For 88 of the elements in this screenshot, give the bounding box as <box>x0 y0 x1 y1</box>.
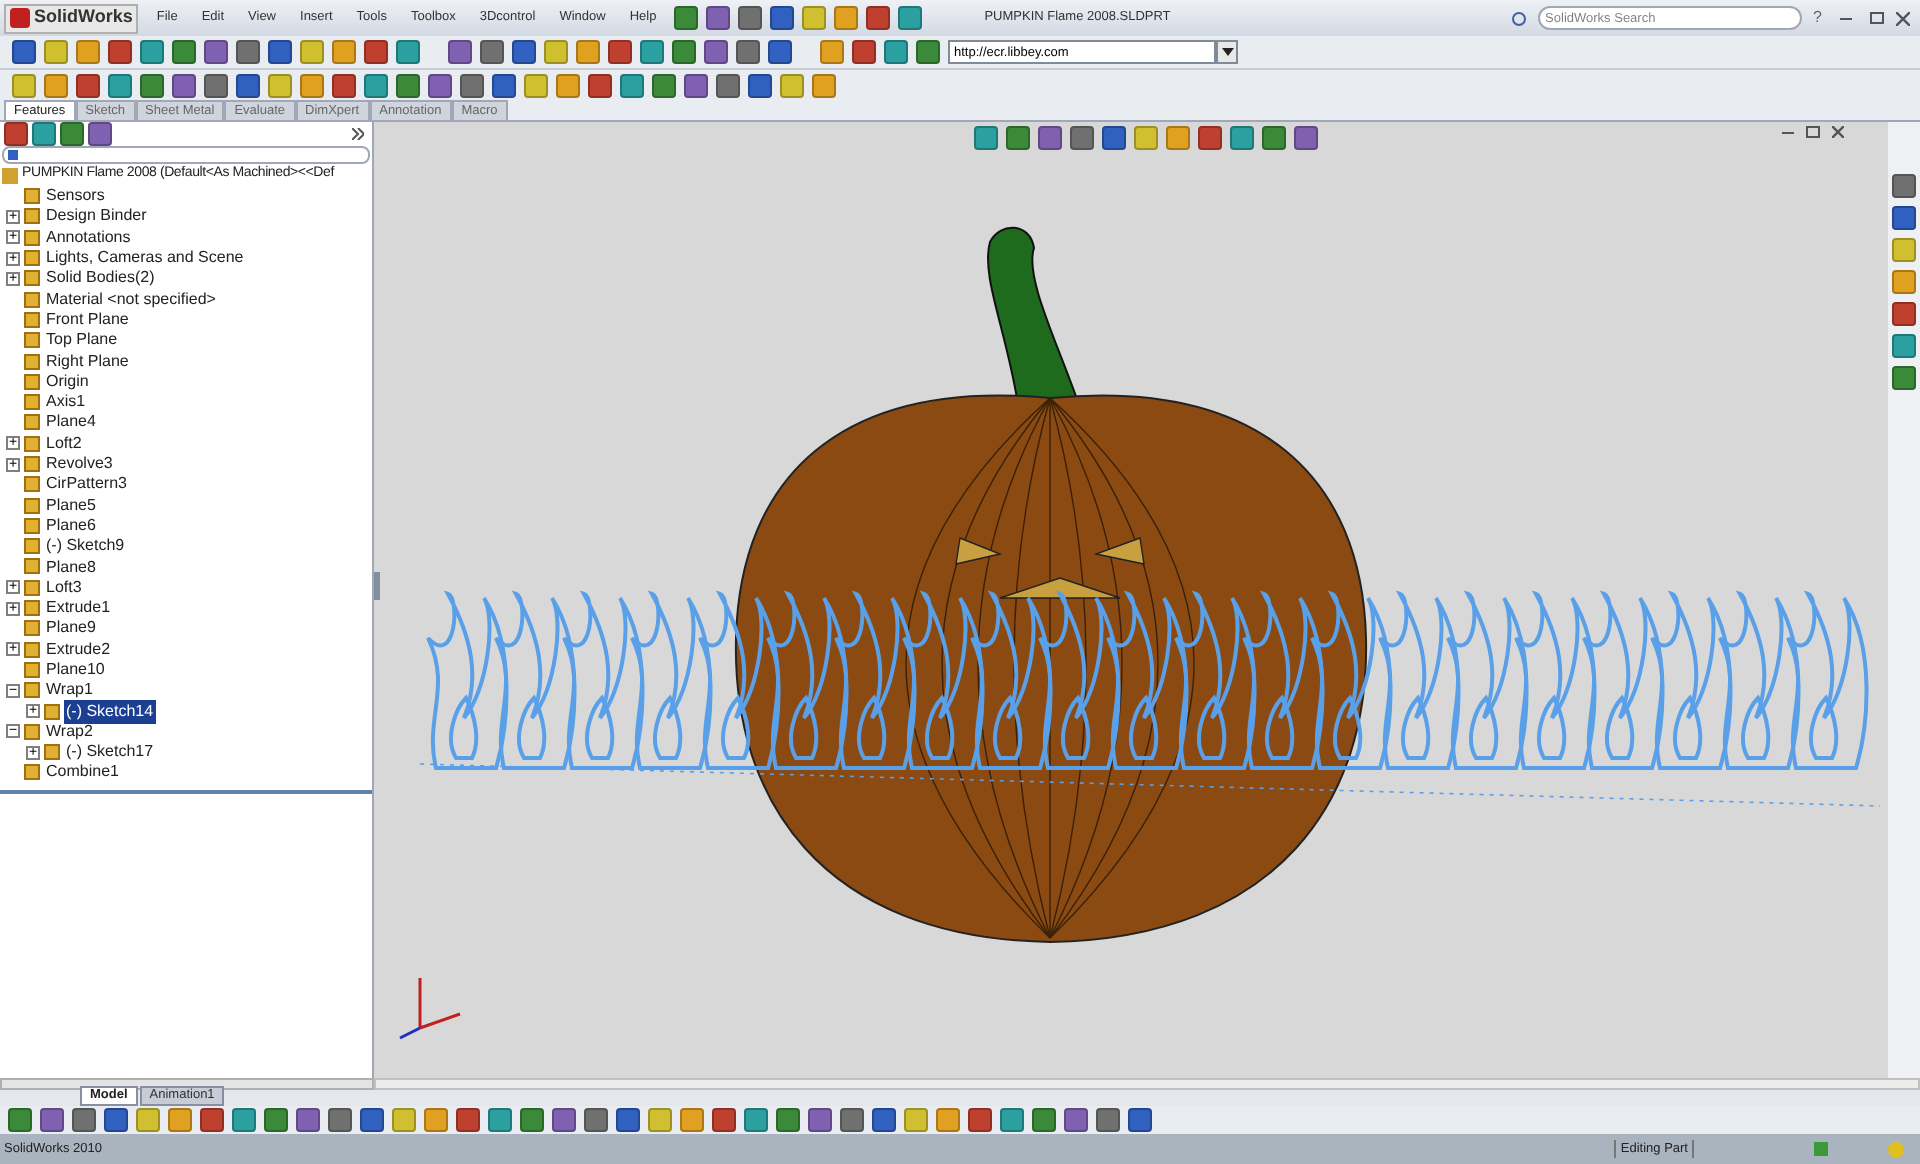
tool-icon[interactable] <box>460 73 484 97</box>
tool-icon[interactable] <box>898 6 923 30</box>
tree-item[interactable]: Annotations <box>44 225 133 250</box>
tool-icon[interactable] <box>620 73 644 97</box>
tool-icon[interactable] <box>616 1108 640 1132</box>
dropdown-button[interactable] <box>1216 40 1238 64</box>
tree-item[interactable]: Combine1 <box>44 760 121 785</box>
restore-icon[interactable] <box>1870 12 1884 24</box>
tree-item[interactable]: Lights, Cameras and Scene <box>44 246 246 271</box>
close-icon[interactable] <box>1896 11 1910 25</box>
tool-icon[interactable] <box>770 6 795 30</box>
tool-icon[interactable] <box>332 73 356 97</box>
tool-icon[interactable] <box>674 6 699 30</box>
tool-icon[interactable] <box>556 73 580 97</box>
axis-triad-icon <box>399 976 462 1040</box>
tree-item[interactable]: Plane4 <box>44 410 98 435</box>
tool-icon[interactable] <box>104 1108 128 1132</box>
tree-item[interactable]: Wrap2 <box>44 719 95 744</box>
tool-icon[interactable] <box>204 73 228 97</box>
tree-item[interactable]: (-) Sketch17 <box>64 740 156 765</box>
tree-item[interactable]: Top Plane <box>44 328 120 353</box>
restore-icon[interactable] <box>1806 126 1820 138</box>
tool-icon[interactable] <box>236 73 260 97</box>
tree-item[interactable]: Wrap1 <box>44 678 95 703</box>
caret-icon <box>1221 48 1233 56</box>
close-icon[interactable] <box>1832 126 1844 138</box>
tool-icon[interactable] <box>12 40 36 64</box>
tool-icon[interactable] <box>684 73 708 97</box>
tool-icon[interactable] <box>1892 206 1916 230</box>
tool-icon[interactable] <box>4 122 28 146</box>
tool-icon[interactable] <box>812 73 836 97</box>
tree-item[interactable]: (-) Sketch9 <box>44 534 127 559</box>
tool-icon[interactable] <box>1128 1108 1152 1132</box>
tree-item[interactable]: Plane6 <box>44 513 98 538</box>
tool-icon[interactable] <box>428 73 452 97</box>
tree-item[interactable]: Revolve3 <box>44 452 115 477</box>
logo-text: SolidWorks <box>34 4 133 31</box>
search-icon[interactable] <box>1511 11 1526 25</box>
tool-icon[interactable] <box>44 73 68 97</box>
help-button[interactable]: ? <box>1813 6 1822 30</box>
tree-item[interactable]: Front Plane <box>44 307 131 332</box>
tool-icon[interactable] <box>140 73 164 97</box>
filter-icon <box>8 150 18 160</box>
tree-item[interactable]: CirPattern3 <box>44 472 129 497</box>
tree-item[interactable]: Plane10 <box>44 657 107 682</box>
tree-item[interactable]: Extrude1 <box>44 596 113 621</box>
tool-icon[interactable] <box>268 40 292 64</box>
tool-icon[interactable] <box>866 6 891 30</box>
tool-icon[interactable] <box>88 122 112 146</box>
tool-icon[interactable] <box>706 6 731 30</box>
app-logo[interactable]: SolidWorks <box>4 3 139 33</box>
tree-item[interactable]: Plane5 <box>44 493 98 518</box>
tree-item[interactable]: Solid Bodies(2) <box>44 266 157 291</box>
tree-item[interactable]: Loft3 <box>44 575 84 600</box>
tool-icon[interactable] <box>172 73 196 97</box>
tree-item[interactable]: Extrude2 <box>44 637 113 662</box>
logo-icon <box>10 8 30 28</box>
tool-icon[interactable] <box>652 73 676 97</box>
tree-item[interactable]: Loft2 <box>44 431 84 456</box>
tool-icon[interactable] <box>738 6 763 30</box>
tool-icon[interactable] <box>588 73 612 97</box>
tree-item[interactable]: Design Binder <box>44 204 149 229</box>
tool-icon[interactable] <box>364 73 388 97</box>
part-icon <box>2 167 18 183</box>
tool-icon[interactable] <box>360 1108 384 1132</box>
tool-icon[interactable] <box>768 40 792 64</box>
tree-item[interactable]: Sensors <box>44 184 107 209</box>
tool-icon[interactable] <box>300 73 324 97</box>
tool-icon[interactable] <box>492 73 516 97</box>
double-chevron-icon[interactable] <box>352 128 364 140</box>
tool-icon[interactable] <box>108 73 132 97</box>
tool-icon[interactable] <box>716 73 740 97</box>
tree-item[interactable]: Plane9 <box>44 616 98 641</box>
tool-icon[interactable] <box>396 73 420 97</box>
tree-item[interactable]: Right Plane <box>44 349 131 374</box>
tool-icon[interactable] <box>872 1108 896 1132</box>
tree-item[interactable]: Axis1 <box>44 390 88 415</box>
tool-icon[interactable] <box>76 73 100 97</box>
tree-item[interactable]: Material <not specified> <box>44 287 218 312</box>
minimize-icon[interactable] <box>1782 131 1794 133</box>
tree-item[interactable]: (-) Sketch14 <box>64 699 156 724</box>
tree-item[interactable]: Plane8 <box>44 555 98 579</box>
tool-icon[interactable] <box>512 40 536 64</box>
tree-item[interactable]: Origin <box>44 369 91 394</box>
horizontal-scrollbar[interactable] <box>374 1078 1920 1090</box>
tool-icon[interactable] <box>834 6 859 30</box>
minimize-icon[interactable] <box>1840 17 1852 19</box>
tool-icon[interactable] <box>748 73 772 97</box>
